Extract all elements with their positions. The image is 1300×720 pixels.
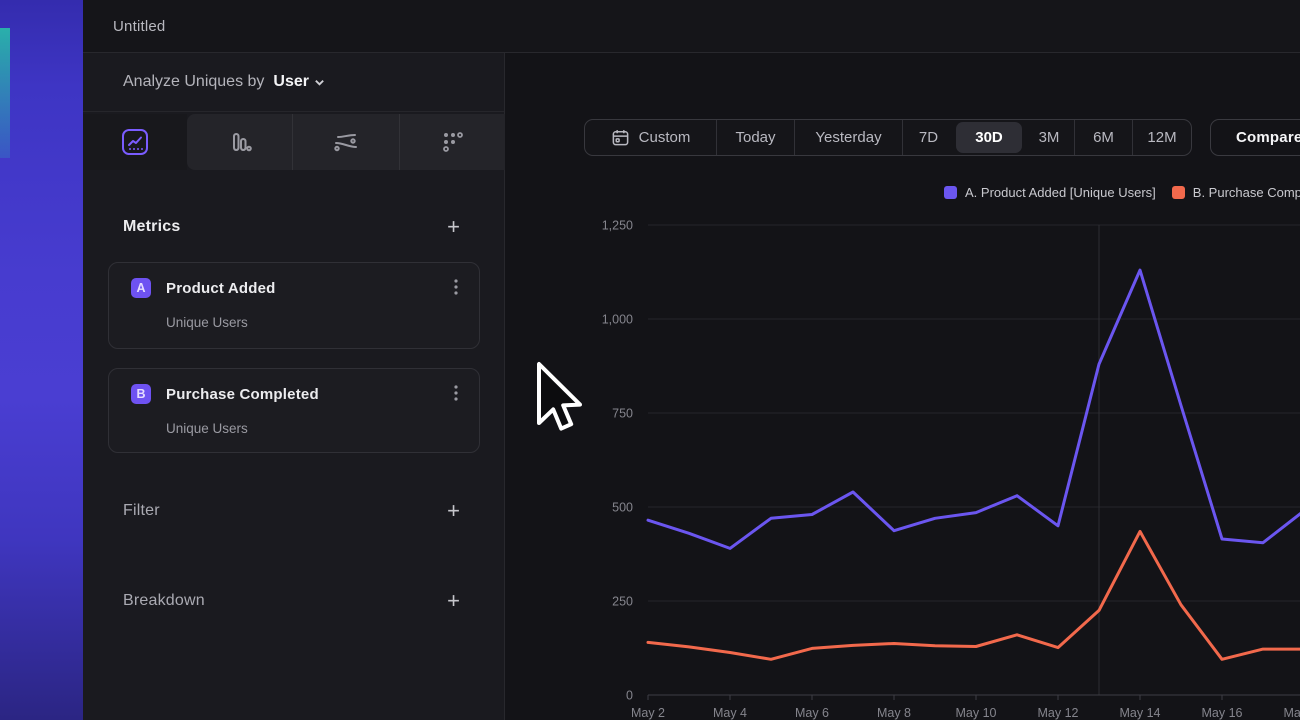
svg-text:May 4: May 4 <box>713 706 747 720</box>
add-breakdown-button[interactable]: + <box>445 591 462 611</box>
range-3m[interactable]: 3M <box>1024 120 1074 155</box>
filter-section: Filter + <box>83 497 504 525</box>
metric-measure[interactable]: Unique Users <box>166 421 248 436</box>
grid-dots-icon <box>437 127 467 157</box>
legend-swatch-b <box>1172 186 1185 199</box>
metric-name: Purchase Completed <box>166 386 447 403</box>
metric-card-b[interactable]: B Purchase Completed Unique Users <box>108 368 480 453</box>
metrics-title: Metrics <box>123 218 180 236</box>
svg-text:1,250: 1,250 <box>602 219 633 233</box>
analyze-by-label: Analyze Uniques by <box>123 73 264 91</box>
tab-grid-dots[interactable] <box>399 114 505 170</box>
add-icon: + <box>447 498 460 523</box>
svg-text:0: 0 <box>626 689 633 703</box>
legend-item-a[interactable]: A. Product Added [Unique Users] <box>944 185 1156 200</box>
legend-swatch-a <box>944 186 957 199</box>
svg-text:May 6: May 6 <box>795 706 829 720</box>
breakdown-section: Breakdown + <box>83 587 504 615</box>
range-7d[interactable]: 7D <box>902 120 954 155</box>
metric-menu-button[interactable] <box>447 382 465 407</box>
background-gradient-strip <box>0 0 83 720</box>
metric-measure[interactable]: Unique Users <box>166 315 248 330</box>
legend-label-b: B. Purchase Completed [Unique Users] <box>1193 185 1300 200</box>
top-bar: Untitled <box>83 0 1300 53</box>
range-6m[interactable]: 6M <box>1074 120 1132 155</box>
metric-name: Product Added <box>166 280 447 297</box>
metrics-header: Metrics + <box>83 213 504 241</box>
legend-label-a: A. Product Added [Unique Users] <box>965 185 1156 200</box>
line-chart-icon <box>121 128 149 156</box>
chevron-down-icon <box>314 77 325 88</box>
svg-text:250: 250 <box>612 595 633 609</box>
filter-title: Filter <box>123 502 160 520</box>
tab-line-chart[interactable] <box>83 114 187 170</box>
svg-text:May 10: May 10 <box>956 706 997 720</box>
chart-panel: Custom Today Yesterday 7D 30D 3M 6M 12M … <box>505 53 1300 720</box>
range-12m[interactable]: 12M <box>1132 120 1191 155</box>
svg-text:May 2: May 2 <box>631 706 665 720</box>
bar-chart-icon <box>226 128 254 156</box>
add-icon: + <box>447 588 460 613</box>
svg-text:May 18: May 18 <box>1284 706 1300 720</box>
svg-text:1,000: 1,000 <box>602 313 633 327</box>
range-today[interactable]: Today <box>716 120 794 155</box>
analyze-by-value: User <box>273 73 309 91</box>
flows-icon <box>331 127 361 157</box>
range-custom[interactable]: Custom <box>585 120 716 155</box>
query-builder-sidebar: Analyze Uniques by User <box>83 53 505 720</box>
add-metric-button[interactable]: + <box>445 217 462 237</box>
add-icon: + <box>447 214 460 239</box>
metric-card-a[interactable]: A Product Added Unique Users <box>108 262 480 349</box>
chart-legend: A. Product Added [Unique Users] B. Purch… <box>944 185 1300 200</box>
legend-item-b[interactable]: B. Purchase Completed [Unique Users] <box>1172 185 1300 200</box>
calendar-icon <box>611 128 630 147</box>
svg-text:750: 750 <box>612 407 633 421</box>
svg-text:500: 500 <box>612 501 633 515</box>
report-title[interactable]: Untitled <box>113 18 165 35</box>
svg-text:May 8: May 8 <box>877 706 911 720</box>
range-30d-active[interactable]: 30D <box>956 122 1022 153</box>
chart-type-tab-group <box>187 114 505 170</box>
add-filter-button[interactable]: + <box>445 501 462 521</box>
app-window: Untitled Analyze Uniques by User <box>0 0 1300 720</box>
metric-badge-b: B <box>131 384 151 404</box>
line-chart[interactable]: 0 250 500 750 1,000 1,250 May 2 May 4 May 6 May 8… <box>505 210 1300 720</box>
svg-text:May 16: May 16 <box>1202 706 1243 720</box>
teal-accent-strip <box>0 28 10 158</box>
metric-menu-button[interactable] <box>447 276 465 301</box>
svg-text:May 12: May 12 <box>1038 706 1079 720</box>
analyze-header: Analyze Uniques by User <box>83 53 504 112</box>
tab-bar-chart[interactable] <box>187 114 292 170</box>
date-range-selector: Custom Today Yesterday 7D 30D 3M 6M 12M <box>584 119 1192 156</box>
chart-type-tabs <box>83 114 504 170</box>
kebab-icon <box>449 384 463 402</box>
compare-button[interactable]: Compare <box>1210 119 1300 156</box>
kebab-icon <box>449 278 463 296</box>
svg-text:May 14: May 14 <box>1120 706 1161 720</box>
breakdown-title: Breakdown <box>123 592 205 610</box>
metric-badge-a: A <box>131 278 151 298</box>
range-yesterday[interactable]: Yesterday <box>794 120 902 155</box>
analyze-by-dropdown[interactable]: User <box>273 73 325 91</box>
tab-flows[interactable] <box>292 114 398 170</box>
